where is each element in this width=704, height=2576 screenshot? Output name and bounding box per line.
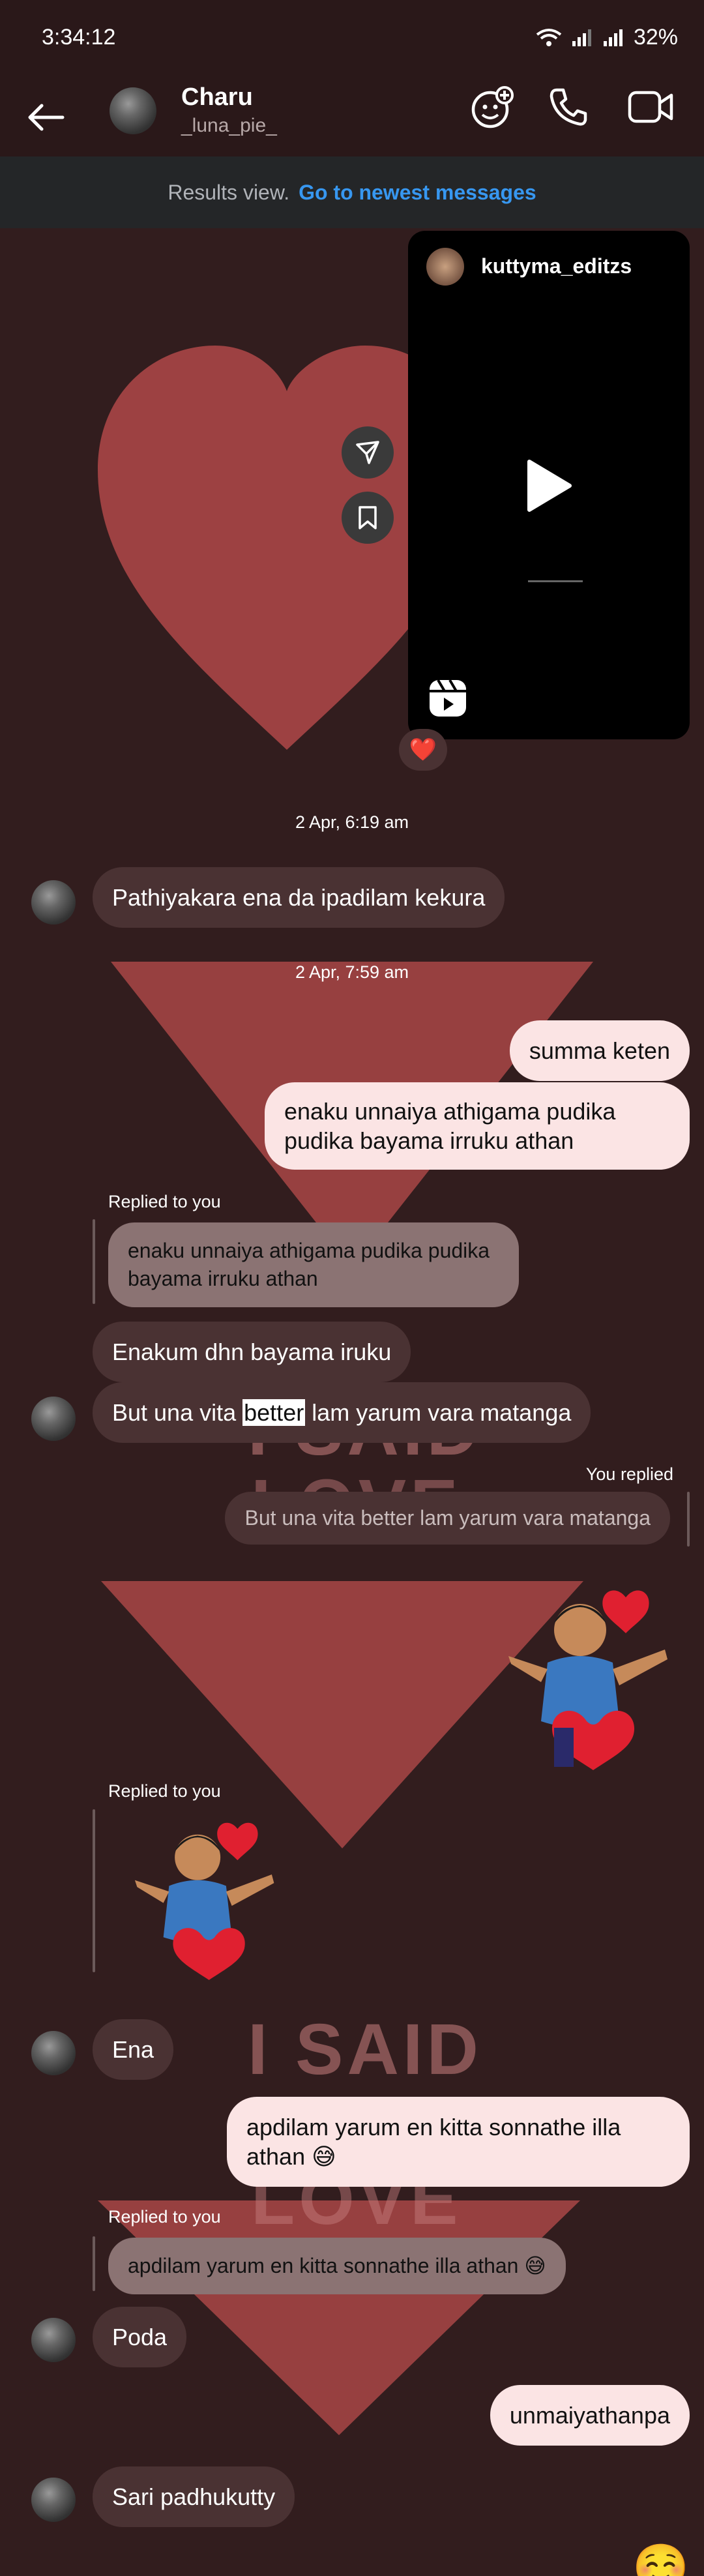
signal-icon	[571, 28, 593, 48]
send-icon	[356, 441, 379, 464]
timestamp: 2 Apr, 7:59 am	[295, 962, 409, 982]
play-icon[interactable]	[524, 458, 574, 514]
quote-bar	[93, 2236, 95, 2291]
replied-label: Replied to you	[108, 2207, 221, 2227]
quoted-message[interactable]: apdilam yarum en kitta sonnathe illa ath…	[108, 2238, 566, 2295]
avatar[interactable]	[31, 880, 76, 925]
battery-text: 32%	[633, 25, 678, 50]
phone-call-icon[interactable]	[548, 86, 589, 128]
quoted-sticker[interactable]	[114, 1806, 310, 1989]
message-in[interactable]: Ena	[93, 2019, 174, 2080]
message-out[interactable]: apdilam yarum en kitta sonnathe illa ath…	[227, 2097, 690, 2187]
wallpaper-text-3: I SAID	[248, 2009, 482, 2090]
wifi-icon	[536, 28, 562, 48]
message-out[interactable]: unmaiyathanpa	[490, 2385, 690, 2446]
sticker-avatar-hearts-icon	[508, 1590, 667, 1770]
message-in[interactable]: Enakum dhn bayama iruku	[93, 1322, 411, 1382]
avatar[interactable]	[31, 2318, 76, 2362]
quoted-message[interactable]: enaku unnaiya athigama pudika pudika bay…	[108, 1222, 519, 1308]
quote-bar	[93, 1219, 95, 1304]
avatar[interactable]	[31, 1397, 76, 1441]
reel-account-avatar[interactable]	[426, 248, 464, 286]
signal-icon-2	[602, 28, 624, 48]
results-view-bar: Results view. Go to newest messages	[0, 156, 704, 228]
reel-account-name[interactable]: kuttyma_editzs	[481, 254, 632, 278]
reaction-badge[interactable]: ❤️	[399, 729, 447, 771]
timestamp: 2 Apr, 6:19 am	[295, 812, 409, 832]
emoji-message[interactable]: ☺️	[632, 2541, 689, 2576]
reel-caption-line	[528, 580, 583, 582]
chat-area[interactable]: I SAID LOVE I SAID LOVE kuttyma_editzs ❤…	[0, 228, 704, 2576]
video-call-icon[interactable]	[627, 89, 674, 125]
bookmark-icon	[359, 506, 377, 529]
message-out[interactable]: enaku unnaiya athigama pudika pudika bay…	[265, 1082, 690, 1170]
avatar[interactable]	[110, 87, 156, 134]
quoted-message[interactable]: But una vita better lam yarum vara matan…	[225, 1492, 670, 1545]
status-icons: 32%	[536, 25, 678, 50]
status-time: 3:34:12	[42, 25, 116, 50]
contact-name[interactable]: Charu	[181, 83, 253, 111]
message-text: lam yarum vara matanga	[305, 1399, 572, 1426]
results-text: Results view.	[168, 180, 290, 204]
reels-icon	[428, 678, 468, 718]
go-to-newest-link[interactable]: Go to newest messages	[299, 181, 536, 205]
quote-bar	[93, 1809, 95, 1972]
back-arrow-icon[interactable]	[26, 103, 65, 132]
save-button[interactable]	[342, 492, 394, 544]
message-out[interactable]: summa keten	[509, 1020, 690, 1081]
selected-word[interactable]: better	[242, 1399, 306, 1426]
status-bar: 3:34:12 32%	[0, 0, 704, 78]
quote-bar	[687, 1492, 690, 1547]
contact-username[interactable]: _luna_pie_	[181, 115, 277, 137]
message-in[interactable]: Sari padhukutty	[93, 2466, 295, 2527]
avatar[interactable]	[31, 2031, 76, 2075]
message-in[interactable]: Pathiyakara ena da ipadilam kekura	[93, 867, 505, 928]
you-replied-label: You replied	[585, 1464, 673, 1484]
sticker-effects-icon[interactable]	[469, 85, 515, 130]
chat-header: Charu _luna_pie_	[0, 78, 704, 156]
message-in[interactable]: Poda	[93, 2307, 187, 2367]
sticker-avatar-hearts-icon	[134, 1822, 274, 1980]
replied-label: Replied to you	[108, 1781, 221, 1801]
sticker-image[interactable]	[502, 1571, 691, 1780]
share-button[interactable]	[342, 426, 394, 479]
avatar[interactable]	[31, 2478, 76, 2522]
replied-label: Replied to you	[108, 1192, 221, 1211]
message-in[interactable]: But una vita better lam yarum vara matan…	[93, 1382, 591, 1443]
message-text: But una vita	[112, 1399, 243, 1426]
reel-card[interactable]: kuttyma_editzs	[408, 231, 690, 739]
